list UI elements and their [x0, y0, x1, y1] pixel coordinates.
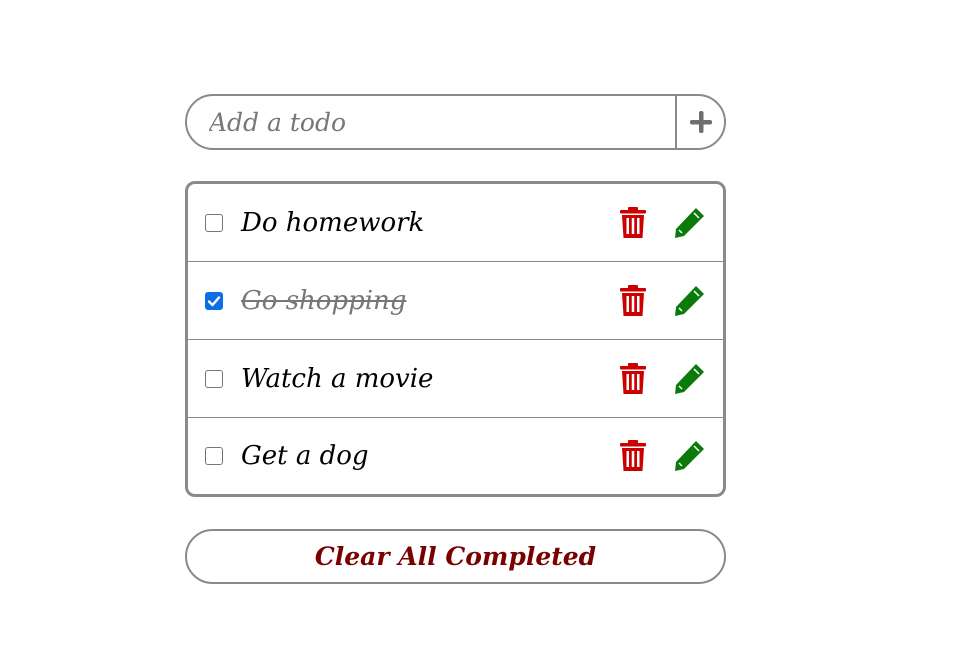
todo-text: Get a dog: [241, 441, 369, 471]
todo-checkbox[interactable]: [205, 447, 223, 465]
todo-item: Do homework: [188, 184, 723, 262]
todo-item: Get a dog: [188, 418, 723, 494]
add-todo-button[interactable]: [675, 96, 724, 148]
todo-checkbox[interactable]: [205, 369, 223, 388]
todo-app: Do homework Go shopping: [185, 94, 726, 584]
todo-checkbox[interactable]: [205, 291, 223, 310]
todo-checkbox[interactable]: [205, 213, 223, 232]
clear-completed-button[interactable]: Clear All Completed: [185, 529, 726, 584]
clear-completed-label: Clear All Completed: [314, 542, 597, 571]
pencil-icon[interactable]: [672, 206, 706, 240]
add-todo-input[interactable]: [187, 96, 675, 148]
todo-item: Watch a movie: [188, 340, 723, 418]
pencil-icon[interactable]: [672, 362, 706, 396]
plus-icon: [689, 111, 712, 133]
trash-icon[interactable]: [619, 362, 647, 395]
add-todo-bar: [185, 94, 726, 150]
trash-icon[interactable]: [619, 206, 647, 239]
todo-text: Watch a movie: [241, 363, 434, 394]
todo-item: Go shopping: [188, 262, 723, 340]
todo-text: Go shopping: [241, 285, 407, 316]
pencil-icon[interactable]: [672, 439, 706, 473]
trash-icon[interactable]: [619, 440, 647, 472]
pencil-icon[interactable]: [672, 284, 706, 318]
trash-icon[interactable]: [619, 284, 647, 317]
todo-list: Do homework Go shopping Watch a movie Ge…: [185, 181, 726, 497]
todo-text: Do homework: [241, 207, 425, 238]
checkmark-icon: [207, 295, 221, 306]
